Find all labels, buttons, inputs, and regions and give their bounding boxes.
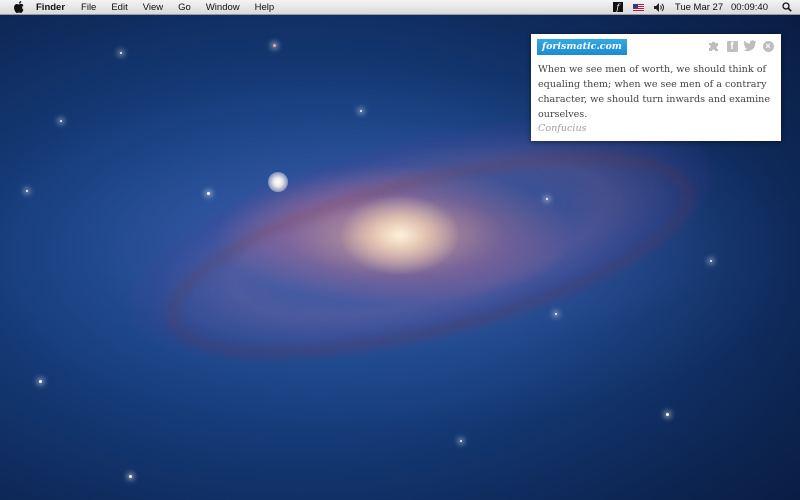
- star: [555, 313, 557, 315]
- us-flag-icon[interactable]: [632, 3, 644, 11]
- bright-star: [268, 172, 288, 192]
- twitter-icon[interactable]: [743, 39, 757, 53]
- star: [546, 198, 548, 200]
- star: [60, 120, 62, 122]
- menu-clock[interactable]: Tue Mar 27 00:09:40: [675, 2, 768, 13]
- star: [360, 110, 362, 112]
- search-icon[interactable]: [782, 2, 792, 12]
- close-icon[interactable]: ×: [761, 39, 775, 53]
- forismatic-logo[interactable]: forismatic.com: [537, 39, 627, 55]
- facebook-glyph: f: [726, 40, 738, 52]
- puzzle-icon[interactable]: [707, 39, 721, 53]
- forismatic-tray-glyph: f: [612, 2, 623, 12]
- menu-file[interactable]: File: [81, 2, 96, 13]
- star: [129, 475, 132, 478]
- star: [710, 260, 712, 262]
- menu-help[interactable]: Help: [255, 2, 275, 13]
- apple-icon[interactable]: [12, 1, 26, 13]
- status-menus: f Tue Mar 27 00:09:40: [612, 0, 800, 14]
- menu-view[interactable]: View: [143, 2, 163, 13]
- menu-bar: Finder File Edit View Go Window Help f T…: [0, 0, 800, 15]
- star: [460, 440, 462, 442]
- menu-app-finder[interactable]: Finder: [36, 2, 65, 13]
- quote-widget-header: forismatic.com f ×: [531, 34, 781, 58]
- star: [207, 192, 210, 195]
- star: [120, 52, 122, 54]
- volume-icon[interactable]: [653, 2, 665, 12]
- flag-shape: [632, 3, 644, 11]
- quote-author[interactable]: Confucius: [538, 123, 587, 134]
- star: [26, 190, 28, 192]
- close-glyph: ×: [762, 40, 774, 52]
- desktop: Finder File Edit View Go Window Help f T…: [0, 0, 800, 500]
- star: [39, 380, 42, 383]
- star: [666, 413, 669, 416]
- menu-go[interactable]: Go: [178, 2, 191, 13]
- forismatic-tray-icon[interactable]: f: [612, 2, 623, 12]
- menu-edit[interactable]: Edit: [111, 2, 127, 13]
- star: [273, 44, 276, 47]
- facebook-icon[interactable]: f: [725, 39, 739, 53]
- quote-text: When we see men of worth, we should thin…: [538, 64, 771, 120]
- quote-widget: forismatic.com f × When we see men of wo…: [531, 34, 781, 141]
- menu-window[interactable]: Window: [206, 2, 240, 13]
- quote-actions: f ×: [703, 39, 775, 53]
